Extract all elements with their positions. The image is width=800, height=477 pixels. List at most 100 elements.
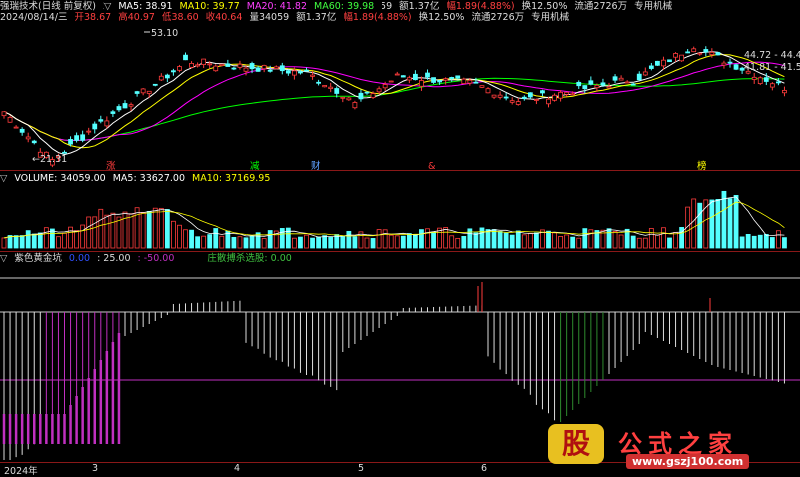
volume-bar xyxy=(425,228,430,249)
volume-bar xyxy=(382,229,388,249)
volume-bar xyxy=(340,235,346,249)
candle-body xyxy=(412,73,418,81)
volume-bar xyxy=(346,230,352,249)
volume-value-2: 量34059 xyxy=(249,12,290,23)
candle-body xyxy=(31,140,37,144)
volume-bar xyxy=(158,207,164,249)
volume-bar xyxy=(104,214,110,249)
volume-bar xyxy=(769,237,775,249)
volume-bar xyxy=(388,234,394,249)
volume-bar xyxy=(618,234,624,249)
volume-bar xyxy=(612,230,618,249)
candle-body xyxy=(376,88,382,93)
candle-body xyxy=(751,76,757,80)
candle-body xyxy=(322,85,328,88)
volume-ma10: MA10: 37169.95 xyxy=(192,173,271,184)
volume-bar xyxy=(1,237,7,249)
candle-body xyxy=(503,96,509,99)
volume-bar xyxy=(267,230,273,249)
volume-bar xyxy=(527,233,533,249)
quote-row: 2024/08/14/三 开38.67 高40.97 低38.60 收40.64… xyxy=(0,11,573,25)
volume-label: VOLUME: 34059.00 xyxy=(14,173,106,184)
volume-bar xyxy=(673,232,678,249)
volume-bar xyxy=(146,210,152,249)
float-value: 流通2726万 xyxy=(574,1,628,12)
volume-bar xyxy=(588,229,594,249)
candle-body xyxy=(648,65,654,69)
candle-body xyxy=(177,66,182,71)
volume-bar xyxy=(243,237,249,249)
candle-body xyxy=(334,88,340,94)
volume-bar xyxy=(691,198,697,249)
right-price-label-2: 41.81 - 41.50 xyxy=(744,62,800,73)
candle-body xyxy=(249,63,255,70)
candle-body xyxy=(691,48,697,53)
candle-body xyxy=(19,128,25,133)
indicator-value-2: : 25.00 xyxy=(97,253,131,264)
volume-bar xyxy=(316,236,322,249)
candle-body xyxy=(116,106,122,111)
indicator-value-4: 庄散搏杀选股: 0.00 xyxy=(207,253,292,264)
volume-bar xyxy=(291,237,297,249)
candle-body xyxy=(25,136,31,140)
candle-body xyxy=(92,123,98,130)
float-value-2: 流通2726万 xyxy=(471,12,525,23)
candle-body xyxy=(74,135,79,141)
volume-bar xyxy=(43,227,49,249)
high-value-2: 高40.97 xyxy=(118,12,155,23)
candle-body xyxy=(540,90,545,94)
candle-body xyxy=(491,94,497,98)
candle-body xyxy=(497,94,503,98)
volume-bar xyxy=(455,237,461,249)
volume-bar xyxy=(667,237,672,249)
volume-bar xyxy=(763,234,769,249)
candle-body xyxy=(279,65,285,72)
x-axis-year: 2024年 xyxy=(4,466,38,477)
candle-body xyxy=(582,85,588,90)
low-price-label: ←21.31 xyxy=(32,154,67,165)
candlestick-chart[interactable]: ←21.3153.1044.72 - 44.4641.81 - 41.50涨减财… xyxy=(0,24,800,174)
volume-bar xyxy=(757,234,763,249)
candle-body xyxy=(757,77,763,85)
volume-bar xyxy=(68,226,73,249)
volume-chart[interactable] xyxy=(0,186,800,250)
candle-body xyxy=(721,62,727,66)
volume-bar xyxy=(177,224,182,249)
candle-body xyxy=(358,92,364,100)
candle-body xyxy=(479,85,485,88)
volume-bar xyxy=(709,199,715,249)
candle-body xyxy=(515,101,521,105)
indicator-name[interactable]: 紫色黄金坑 xyxy=(14,253,62,264)
volume-toggle-icon[interactable]: ▽ xyxy=(0,173,7,184)
volume-bar xyxy=(279,228,285,249)
volume-bar xyxy=(322,235,328,249)
volume-bar xyxy=(443,227,449,249)
candle-body xyxy=(673,53,678,58)
volume-bar xyxy=(219,235,225,249)
low-value-2: 低38.60 xyxy=(161,12,199,23)
volume-bar xyxy=(419,229,424,249)
candle-body xyxy=(328,86,334,89)
volume-ma5: MA5: 33627.00 xyxy=(112,173,186,184)
volume-bar xyxy=(201,235,207,249)
candle-body xyxy=(1,111,7,117)
candle-body xyxy=(449,77,455,79)
candle-body xyxy=(509,100,515,103)
candle-body xyxy=(485,88,491,94)
candle-body xyxy=(776,81,781,84)
volume-bar xyxy=(37,232,43,249)
candle-body xyxy=(128,104,134,107)
volume-bar xyxy=(570,236,576,249)
volume-bar xyxy=(503,232,509,249)
candle-body xyxy=(346,97,352,101)
indicator-toggle-icon[interactable]: ▽ xyxy=(0,253,7,264)
volume-bar xyxy=(19,235,25,249)
candle-body xyxy=(727,61,733,64)
volume-bar xyxy=(183,229,188,249)
industry-tag-2: 专用机械 xyxy=(531,12,570,23)
candle-body xyxy=(370,93,376,98)
candle-body xyxy=(86,130,92,133)
close-value-2: 收40.64 xyxy=(205,12,243,23)
candle-body xyxy=(624,81,630,84)
volume-bar xyxy=(552,232,557,249)
